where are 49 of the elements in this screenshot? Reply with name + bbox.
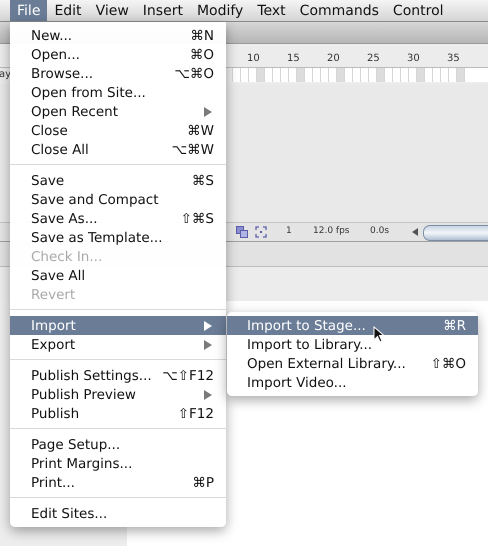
submenu-arrow-icon [204, 390, 212, 400]
menu-item[interactable]: Publish ⇧F12 [10, 404, 226, 423]
menu-item[interactable]: Edit Sites... [10, 504, 226, 523]
frame-number: 10 [247, 53, 261, 64]
menu-item[interactable]: Import Video... [227, 373, 478, 392]
menu-item[interactable]: Save All [10, 266, 226, 285]
scroll-left-icon[interactable] [411, 228, 419, 236]
menu-item[interactable]: Import to Library... [227, 335, 478, 354]
menu-item[interactable]: Save ⌘S [10, 171, 226, 190]
menu-title[interactable]: Commands [292, 0, 386, 21]
menu-item[interactable]: Save and Compact [10, 190, 226, 209]
menu-item[interactable]: Publish Settings... ⌥⇧F12 [10, 366, 226, 385]
menu-title[interactable]: Text [250, 0, 293, 21]
menu-item[interactable]: Import to Stage... ⌘R [227, 316, 478, 335]
elapsed-time: 0.0s [370, 226, 390, 236]
frame-number: 35 [447, 53, 461, 64]
menu-item[interactable]: Open from Site... [10, 83, 226, 102]
menu-title[interactable]: Modify [190, 0, 250, 21]
scroll-thumb[interactable] [423, 225, 488, 241]
menu-item[interactable]: Export [10, 335, 226, 354]
frame-number: 25 [367, 53, 381, 64]
menu-item[interactable]: Save As... ⇧⌘S [10, 209, 226, 228]
menu-item[interactable]: Publish Preview [10, 385, 226, 404]
edit-markers-icon[interactable] [255, 226, 267, 238]
menu-item[interactable]: Print Margins... [10, 454, 226, 473]
menu-item[interactable]: Print... ⌘P [10, 473, 226, 492]
menu-title[interactable]: Insert [136, 0, 190, 21]
mouse-pointer-icon [373, 326, 385, 344]
menu-item[interactable]: Close ⌘W [10, 121, 226, 140]
submenu-arrow-icon [204, 106, 212, 116]
menu-item[interactable]: Save as Template... [10, 228, 226, 247]
menu-item[interactable]: Page Setup... [10, 435, 226, 454]
menu-item[interactable]: Open... ⌘O [10, 45, 226, 64]
frame-number: 20 [327, 53, 341, 64]
menu-item[interactable]: Close All ⌥⌘W [10, 140, 226, 159]
menu-item[interactable]: Open Recent [10, 102, 226, 121]
menu-item[interactable]: New... ⌘N [10, 26, 226, 45]
menu-title[interactable]: File [10, 0, 48, 21]
frame-number: 30 [407, 53, 421, 64]
menu-item[interactable]: Browse... ⌥⌘O [10, 64, 226, 83]
menu-title[interactable]: Edit [47, 0, 89, 21]
current-frame: 1 [286, 226, 292, 236]
menu-item[interactable]: Import [10, 316, 226, 335]
menu-title[interactable]: View [88, 0, 136, 21]
frame-rate: 12.0 fps [313, 226, 350, 236]
menu-title[interactable]: Control [386, 0, 451, 21]
menu-item[interactable]: Open External Library... ⇧⌘O [227, 354, 478, 373]
onion-skin-icon[interactable] [236, 226, 248, 238]
frame-number: 15 [287, 53, 301, 64]
